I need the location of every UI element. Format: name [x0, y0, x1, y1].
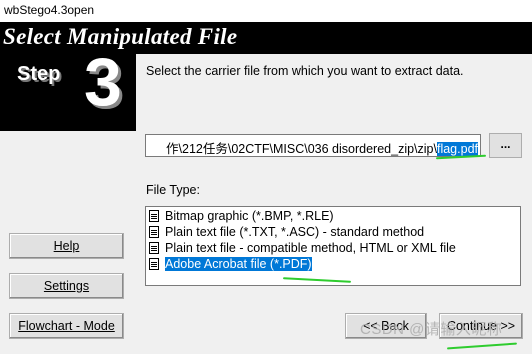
list-item-label: Adobe Acrobat file (*.PDF) [165, 257, 312, 271]
list-item-label: Bitmap graphic (*.BMP, *.RLE) [165, 209, 334, 223]
help-button-label: Help [53, 239, 80, 253]
document-icon [149, 210, 159, 222]
step-number: 3 [84, 44, 122, 120]
step-indicator: Step 3 [0, 48, 136, 131]
document-icon [149, 258, 159, 270]
carrier-file-path-input[interactable]: 作\212任务\02CTF\MISC\036 disordered_zip\zi… [145, 134, 481, 157]
list-item-selected[interactable]: Adobe Acrobat file (*.PDF) [148, 257, 312, 273]
step-word: Step [17, 63, 61, 85]
list-item[interactable]: Plain text file (*.TXT, *.ASC) - standar… [148, 225, 424, 241]
path-selected-filename: flag.pdf [436, 142, 478, 156]
document-icon [149, 242, 159, 254]
document-icon [149, 226, 159, 238]
file-type-list[interactable]: Bitmap graphic (*.BMP, *.RLE) Plain text… [145, 206, 521, 286]
watermark-text: CSDN @请输入昵称 [360, 321, 503, 338]
browse-button[interactable]: ... [489, 133, 522, 158]
list-item-label: Plain text file - compatible method, HTM… [165, 241, 456, 255]
header-banner: Select Manipulated File [0, 22, 532, 54]
instruction-text: Select the carrier file from which you w… [146, 64, 464, 78]
list-item[interactable]: Plain text file - compatible method, HTM… [148, 241, 456, 257]
list-item-label: Plain text file (*.TXT, *.ASC) - standar… [165, 225, 425, 239]
settings-button-label: Settings [43, 279, 90, 293]
settings-button[interactable]: Settings [9, 273, 124, 299]
window-title: wbStego4.3open [4, 3, 95, 17]
list-item[interactable]: Bitmap graphic (*.BMP, *.RLE) [148, 209, 334, 225]
flowchart-button-label: Flowchart - Mode [18, 319, 115, 333]
main-panel [136, 54, 532, 354]
file-type-label: File Type: [146, 183, 200, 197]
window-titlebar: wbStego4.3open [0, 0, 532, 22]
flowchart-mode-button[interactable]: Flowchart - Mode [9, 313, 124, 339]
help-button[interactable]: Help [9, 233, 124, 259]
path-prefix: 作\212任务\02CTF\MISC\036 disordered_zip\zi… [166, 142, 437, 156]
